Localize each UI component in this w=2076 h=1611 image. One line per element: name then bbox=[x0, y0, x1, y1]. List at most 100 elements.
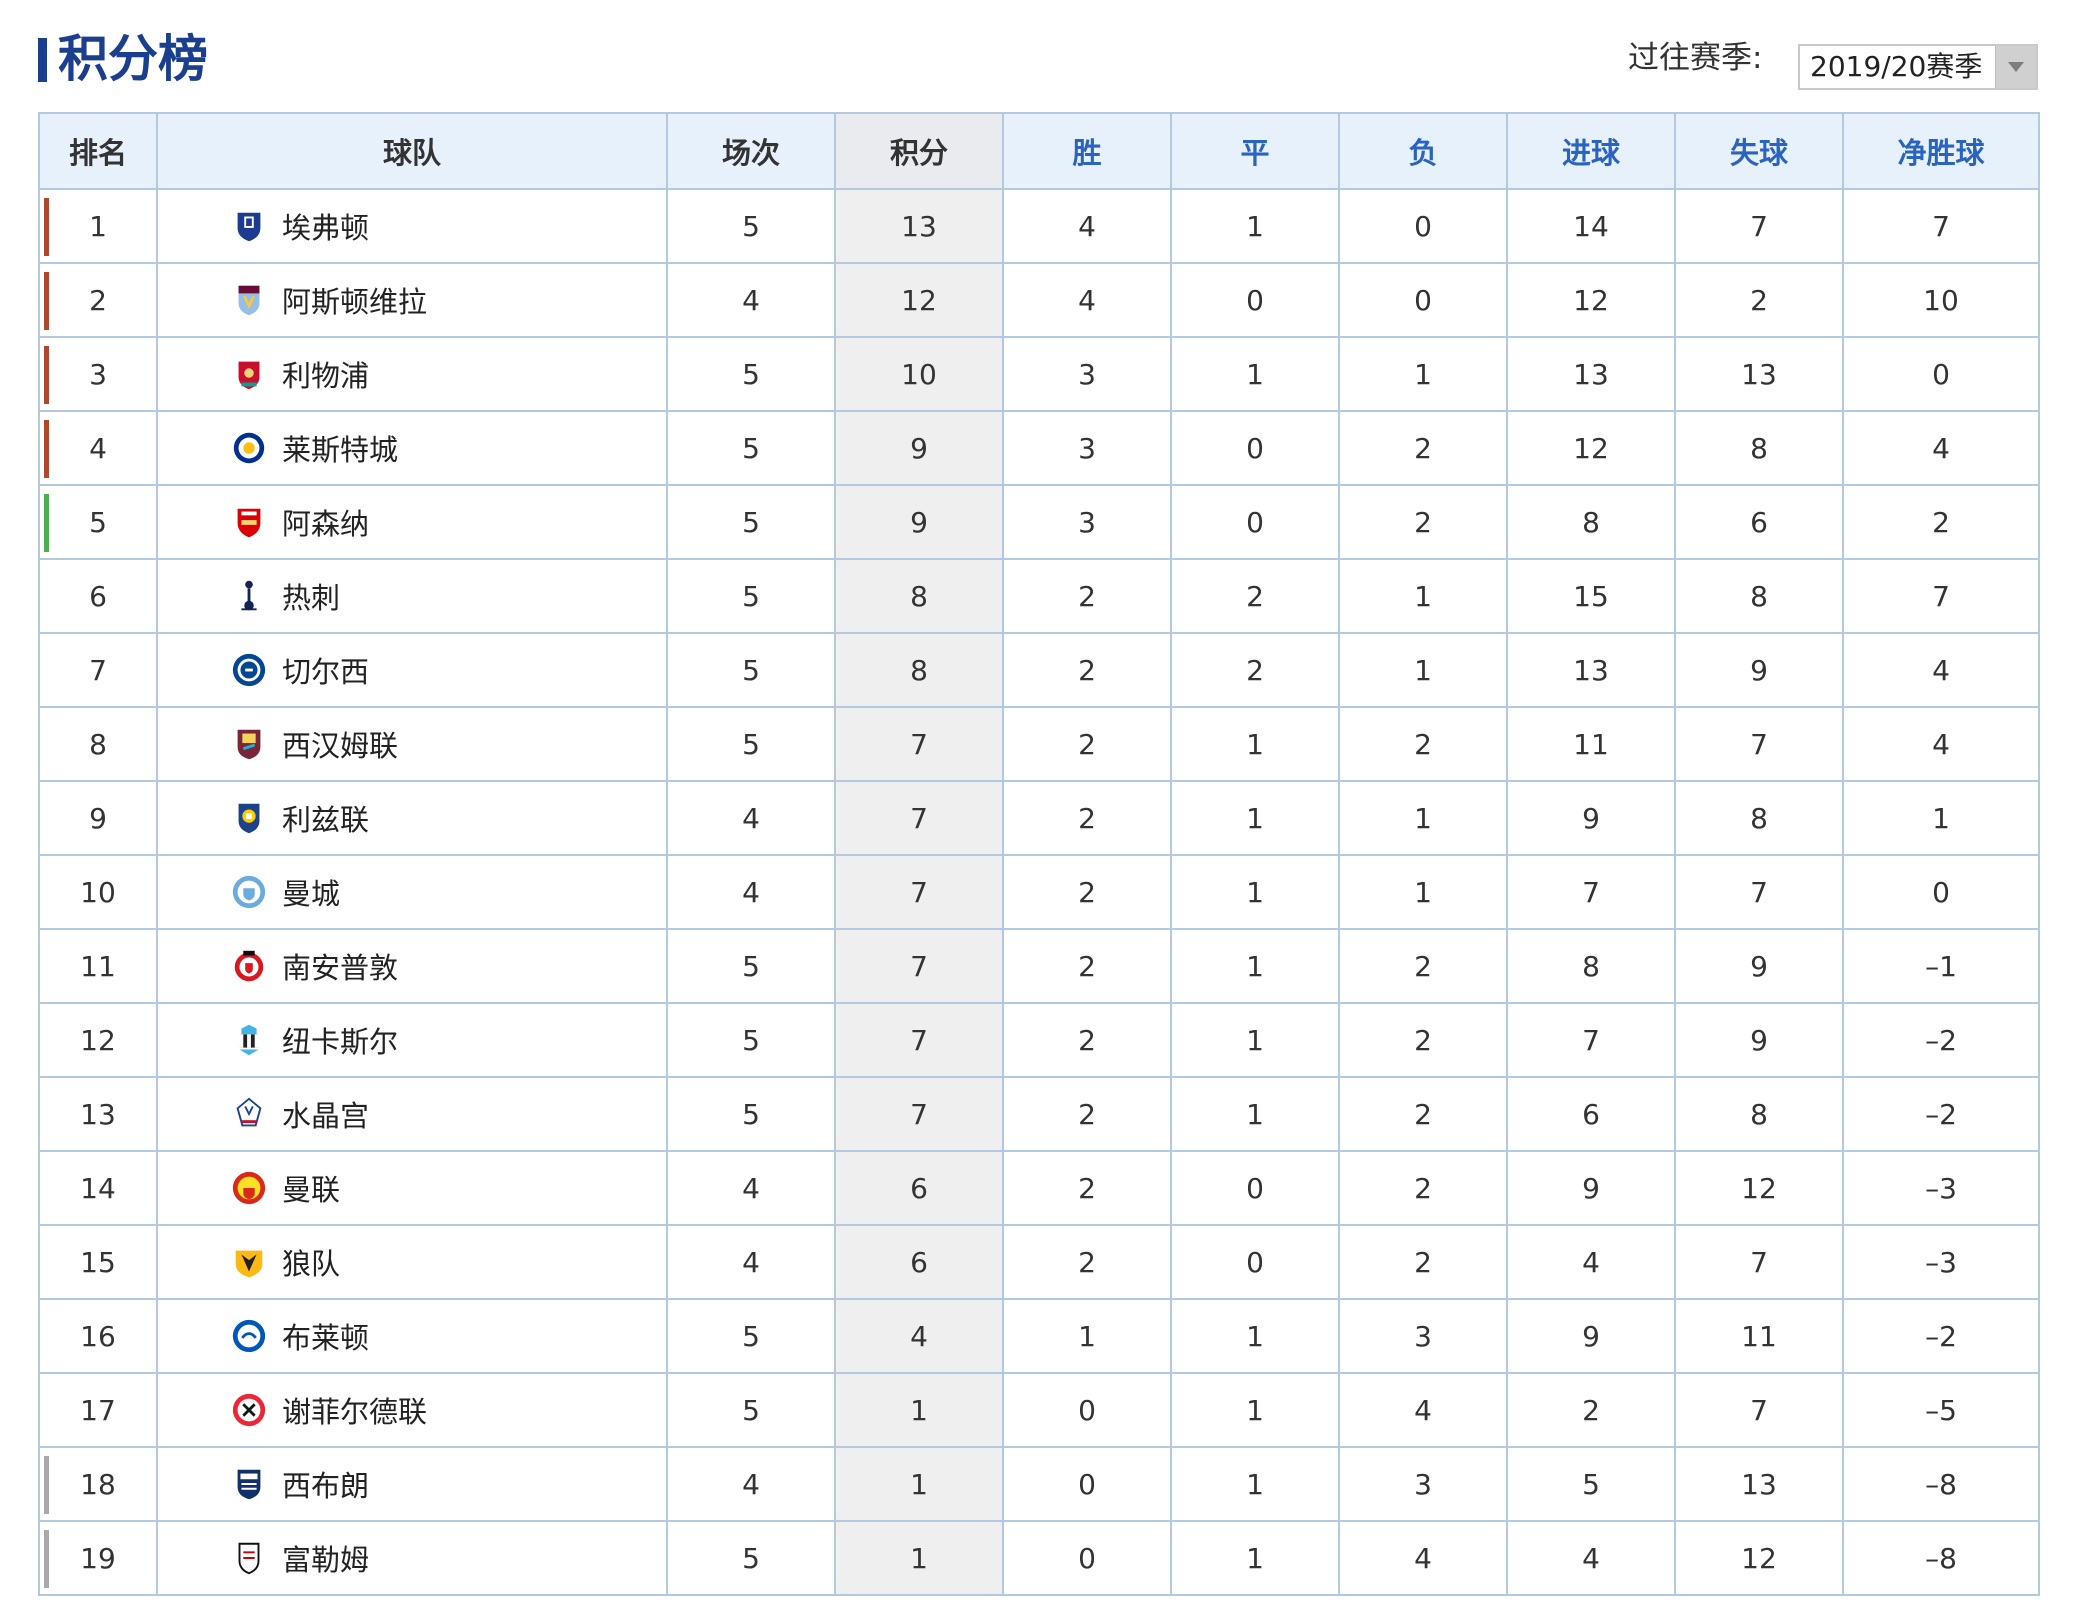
team-name[interactable]: 切尔西 bbox=[282, 649, 369, 691]
wins-cell: 2 bbox=[1002, 928, 1172, 1004]
man-city-crest-icon bbox=[230, 873, 268, 911]
goal-difference-cell: –3 bbox=[1842, 1150, 2040, 1226]
draws-cell: 1 bbox=[1170, 336, 1340, 412]
team-name[interactable]: 曼城 bbox=[282, 871, 340, 913]
team-name[interactable]: 水晶宫 bbox=[282, 1093, 369, 1135]
team-name[interactable]: 曼联 bbox=[282, 1167, 340, 1209]
goal-difference-cell: 2 bbox=[1842, 484, 2040, 560]
wins-cell: 0 bbox=[1002, 1372, 1172, 1448]
team-name[interactable]: 西汉姆联 bbox=[282, 723, 398, 765]
season-select[interactable]: 2019/20赛季 bbox=[1798, 44, 2038, 90]
team-cell[interactable]: 埃弗顿 bbox=[156, 188, 668, 264]
team-cell[interactable]: 谢菲尔德联 bbox=[156, 1372, 668, 1448]
goals-against-cell: 13 bbox=[1674, 1446, 1844, 1522]
goals-against-cell: 9 bbox=[1674, 1002, 1844, 1078]
losses-cell: 0 bbox=[1338, 188, 1508, 264]
team-cell[interactable]: 富勒姆 bbox=[156, 1520, 668, 1596]
draws-cell: 2 bbox=[1170, 632, 1340, 708]
team-cell[interactable]: 西汉姆联 bbox=[156, 706, 668, 782]
table-row: 8 西汉姆联 5 7 2 1 2 11 7 4 bbox=[38, 706, 2040, 782]
rank-cell: 18 bbox=[38, 1446, 158, 1522]
rank-value: 17 bbox=[80, 1393, 116, 1427]
rank-cell: 6 bbox=[38, 558, 158, 634]
losses-cell: 2 bbox=[1338, 484, 1508, 560]
team-cell[interactable]: 莱斯特城 bbox=[156, 410, 668, 486]
team-name[interactable]: 狼队 bbox=[282, 1241, 340, 1283]
team-cell[interactable]: 纽卡斯尔 bbox=[156, 1002, 668, 1078]
points-cell: 1 bbox=[834, 1372, 1004, 1448]
team-cell[interactable]: 阿森纳 bbox=[156, 484, 668, 560]
header-draws: 平 bbox=[1170, 112, 1340, 190]
wins-cell: 1 bbox=[1002, 1298, 1172, 1374]
team-cell[interactable]: 切尔西 bbox=[156, 632, 668, 708]
goals-for-cell: 12 bbox=[1506, 410, 1676, 486]
played-cell: 5 bbox=[666, 484, 836, 560]
goals-against-cell: 7 bbox=[1674, 854, 1844, 930]
team-name[interactable]: 利兹联 bbox=[282, 797, 369, 839]
chevron-down-icon[interactable] bbox=[1995, 46, 2036, 88]
west-brom-crest-icon bbox=[230, 1465, 268, 1503]
draws-cell: 1 bbox=[1170, 1298, 1340, 1374]
team-cell[interactable]: 水晶宫 bbox=[156, 1076, 668, 1152]
team-cell[interactable]: 利兹联 bbox=[156, 780, 668, 856]
team-cell[interactable]: 曼联 bbox=[156, 1150, 668, 1226]
points-cell: 9 bbox=[834, 484, 1004, 560]
played-cell: 5 bbox=[666, 1372, 836, 1448]
table-row: 19 富勒姆 5 1 0 1 4 4 12 –8 bbox=[38, 1520, 2040, 1596]
team-name[interactable]: 阿森纳 bbox=[282, 501, 369, 543]
wins-cell: 2 bbox=[1002, 632, 1172, 708]
team-cell[interactable]: 布莱顿 bbox=[156, 1298, 668, 1374]
team-name[interactable]: 富勒姆 bbox=[282, 1537, 369, 1579]
rank-cell: 10 bbox=[38, 854, 158, 930]
team-name[interactable]: 热刺 bbox=[282, 575, 340, 617]
rank-cell: 16 bbox=[38, 1298, 158, 1374]
team-cell[interactable]: 利物浦 bbox=[156, 336, 668, 412]
zone-indicator bbox=[44, 198, 49, 256]
played-cell: 4 bbox=[666, 854, 836, 930]
team-name[interactable]: 纽卡斯尔 bbox=[282, 1019, 398, 1061]
zone-indicator bbox=[44, 420, 49, 478]
wins-cell: 3 bbox=[1002, 410, 1172, 486]
goals-against-cell: 7 bbox=[1674, 1372, 1844, 1448]
played-cell: 4 bbox=[666, 1446, 836, 1522]
team-name[interactable]: 布莱顿 bbox=[282, 1315, 369, 1357]
losses-cell: 0 bbox=[1338, 262, 1508, 338]
sheffield-united-crest-icon bbox=[230, 1391, 268, 1429]
team-cell[interactable]: 西布朗 bbox=[156, 1446, 668, 1522]
rank-value: 13 bbox=[80, 1097, 116, 1131]
losses-cell: 3 bbox=[1338, 1298, 1508, 1374]
team-name[interactable]: 利物浦 bbox=[282, 353, 369, 395]
aston-villa-crest-icon bbox=[230, 281, 268, 319]
zone-indicator bbox=[44, 1530, 49, 1588]
rank-cell: 7 bbox=[38, 632, 158, 708]
team-cell[interactable]: 曼城 bbox=[156, 854, 668, 930]
losses-cell: 2 bbox=[1338, 410, 1508, 486]
rank-cell: 12 bbox=[38, 1002, 158, 1078]
team-name[interactable]: 莱斯特城 bbox=[282, 427, 398, 469]
losses-cell: 1 bbox=[1338, 854, 1508, 930]
rank-value: 12 bbox=[80, 1023, 116, 1057]
standings-body: 1 埃弗顿 5 13 4 1 0 14 7 7 2 阿斯顿维拉 4 12 4 0 0 12 2 10 3 利物浦 5 10 3 1… bbox=[38, 188, 2040, 1596]
leeds-crest-icon bbox=[230, 799, 268, 837]
goals-against-cell: 9 bbox=[1674, 632, 1844, 708]
rank-cell: 15 bbox=[38, 1224, 158, 1300]
losses-cell: 4 bbox=[1338, 1520, 1508, 1596]
team-name[interactable]: 南安普敦 bbox=[282, 945, 398, 987]
table-row: 17 谢菲尔德联 5 1 0 1 4 2 7 –5 bbox=[38, 1372, 2040, 1448]
draws-cell: 1 bbox=[1170, 928, 1340, 1004]
wins-cell: 2 bbox=[1002, 1002, 1172, 1078]
team-name[interactable]: 西布朗 bbox=[282, 1463, 369, 1505]
team-name[interactable]: 埃弗顿 bbox=[282, 205, 369, 247]
losses-cell: 2 bbox=[1338, 1224, 1508, 1300]
team-name[interactable]: 谢菲尔德联 bbox=[282, 1389, 427, 1431]
header-wins: 胜 bbox=[1002, 112, 1172, 190]
rank-cell: 13 bbox=[38, 1076, 158, 1152]
everton-crest-icon bbox=[230, 207, 268, 245]
team-cell[interactable]: 南安普敦 bbox=[156, 928, 668, 1004]
team-cell[interactable]: 阿斯顿维拉 bbox=[156, 262, 668, 338]
draws-cell: 0 bbox=[1170, 262, 1340, 338]
team-cell[interactable]: 热刺 bbox=[156, 558, 668, 634]
team-cell[interactable]: 狼队 bbox=[156, 1224, 668, 1300]
team-name[interactable]: 阿斯顿维拉 bbox=[282, 279, 427, 321]
losses-cell: 2 bbox=[1338, 1002, 1508, 1078]
